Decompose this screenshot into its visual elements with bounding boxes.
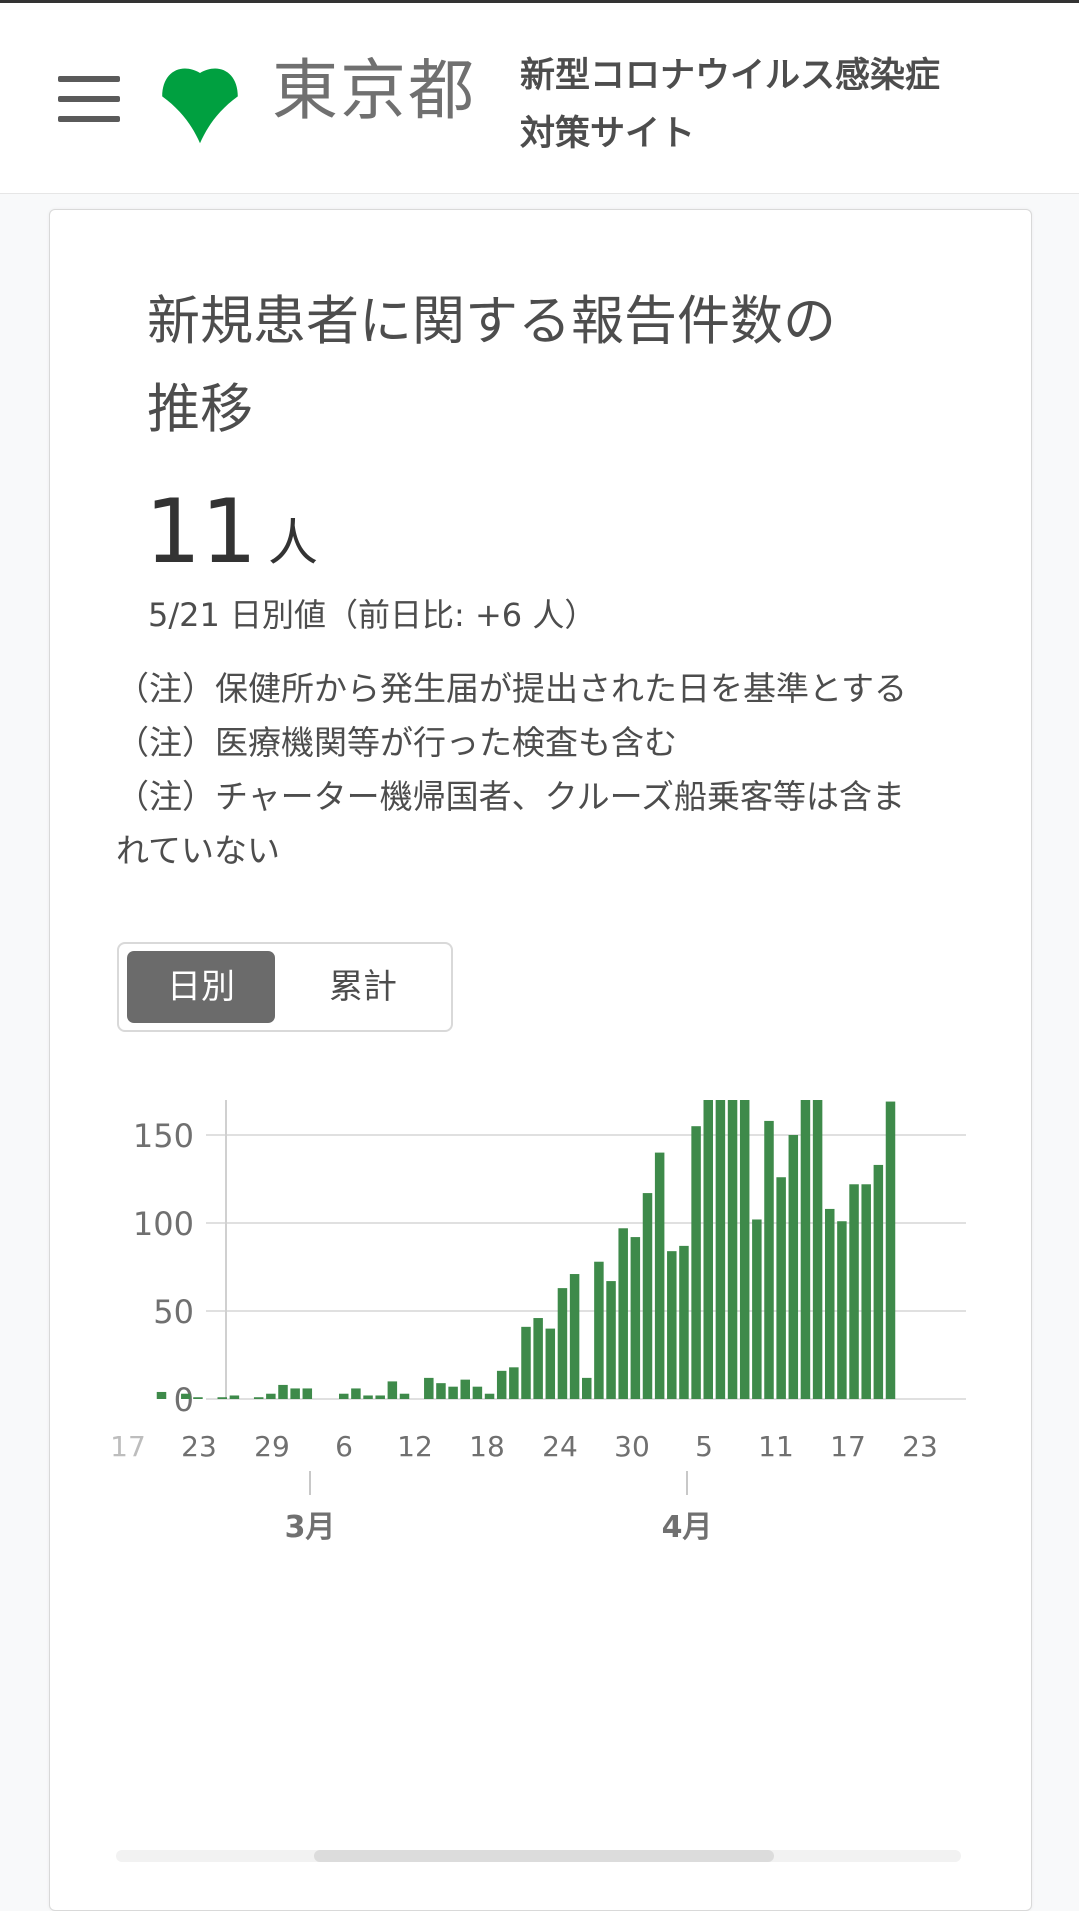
bar [812,1073,823,1399]
bar [472,1386,483,1399]
bar [885,1101,896,1399]
bar [229,1395,240,1399]
toggle-daily-button[interactable]: 日別 [127,951,275,1023]
month-label: 3月 [285,1510,336,1545]
bar-chart: 25020015010050017232961218243051117233月4… [110,941,966,1545]
toggle-cumulative-button[interactable]: 累計 [289,951,437,1023]
x-tick-label: 29 [254,1430,290,1463]
bar [156,1391,167,1399]
bar [800,1036,811,1399]
bar [667,1251,677,1399]
bar [278,1384,288,1399]
x-tick-label: 23 [181,1430,217,1463]
bar [873,1164,884,1399]
bar [217,1397,227,1399]
bar [424,1377,434,1399]
bar [618,1228,628,1399]
x-tick-label: 11 [758,1430,794,1463]
bar [533,1318,543,1399]
bar [448,1386,458,1399]
bar [606,1281,616,1399]
bar [266,1393,276,1399]
month-label: 4月 [662,1510,713,1545]
bar [642,1193,653,1399]
bar [630,1237,641,1399]
bar [496,1370,507,1399]
bar [509,1367,519,1399]
bar [582,1377,592,1399]
bar [764,1120,774,1399]
daily-value-unit: 人 [268,514,318,572]
bar [351,1388,361,1399]
bar [363,1395,373,1399]
bar [545,1328,556,1399]
bar [302,1388,313,1399]
tokyo-ginkgo-logo-icon[interactable] [155,55,245,145]
note-1: （注）保健所から発生届が提出された日を基準とする [116,669,908,708]
bar [290,1388,300,1399]
site-title-line1: 新型コロナウイルス感染症 [520,56,941,96]
bar [679,1245,689,1399]
note-3: （注）チャーター機帰国者、クルーズ船乗客等は含ま [116,777,906,816]
x-tick-label: 17 [110,1430,146,1463]
bar [752,1219,762,1399]
bar [691,1126,701,1399]
new-cases-card: 新規患者に関する報告件数の 推移 11 人 5/21 日別値（前日比: +6 人… [49,209,1032,1911]
bar [181,1393,191,1399]
bar [849,1184,859,1399]
note-2: （注）医療機関等が行った検査も含む [116,723,677,762]
bar [837,1221,847,1399]
bar [776,1177,786,1399]
bar [436,1383,446,1399]
site-header: 東京都 新型コロナウイルス感染症 対策サイト [0,3,1079,194]
x-tick-label: 24 [542,1430,578,1463]
x-tick-label: 23 [902,1430,938,1463]
x-tick-label: 30 [614,1430,650,1463]
bar [193,1397,203,1399]
bar [569,1274,580,1399]
y-tick-label: 0 [174,1381,194,1419]
chart-scrollbar-thumb[interactable] [314,1850,774,1862]
x-tick-label: 12 [397,1430,433,1463]
bar [253,1397,264,1399]
bar [788,1135,799,1399]
bar [861,1184,871,1399]
bar [654,1152,665,1399]
bar [387,1381,398,1399]
card-title-line2: 推移 [147,379,253,440]
bar [739,1094,750,1399]
org-name: 東京都 [272,52,476,129]
x-tick-label: 17 [830,1430,866,1463]
bar [484,1393,495,1399]
note-3-continued: れていない [116,831,281,870]
bar [703,1076,713,1399]
card-title: 新規患者に関する報告件数の 推移 [147,278,907,454]
notes: （注）保健所から発生届が提出された日を基準とする （注）医療機関等が行った検査も… [116,662,986,878]
bar [557,1288,568,1399]
bar [715,1048,726,1399]
daily-value-subtitle: 5/21 日別値（前日比: +6 人） [148,596,597,634]
y-tick-label: 50 [153,1293,194,1331]
y-tick-label: 100 [133,1205,194,1243]
bar [727,1050,738,1399]
bar [521,1326,531,1399]
hamburger-menu-icon[interactable] [58,76,120,122]
x-tick-label: 6 [335,1430,353,1463]
site-title-line2: 対策サイト [520,114,696,154]
site-title[interactable]: 新型コロナウイルス感染症 対策サイト [520,47,1040,163]
bar [339,1393,349,1399]
y-tick-label: 150 [133,1117,194,1155]
data-type-toggle: 日別 累計 [117,942,453,1032]
chart-container: 25020015010050017232961218243051117233月4… [50,941,1031,1880]
bar [375,1395,385,1399]
x-tick-label: 18 [469,1430,505,1463]
card-title-line1: 新規患者に関する報告件数の [147,291,836,352]
bar [399,1393,410,1399]
daily-value: 11 [145,480,257,583]
bar [594,1261,604,1399]
bar [825,1208,835,1399]
x-tick-label: 5 [695,1430,713,1463]
bar [460,1379,470,1399]
